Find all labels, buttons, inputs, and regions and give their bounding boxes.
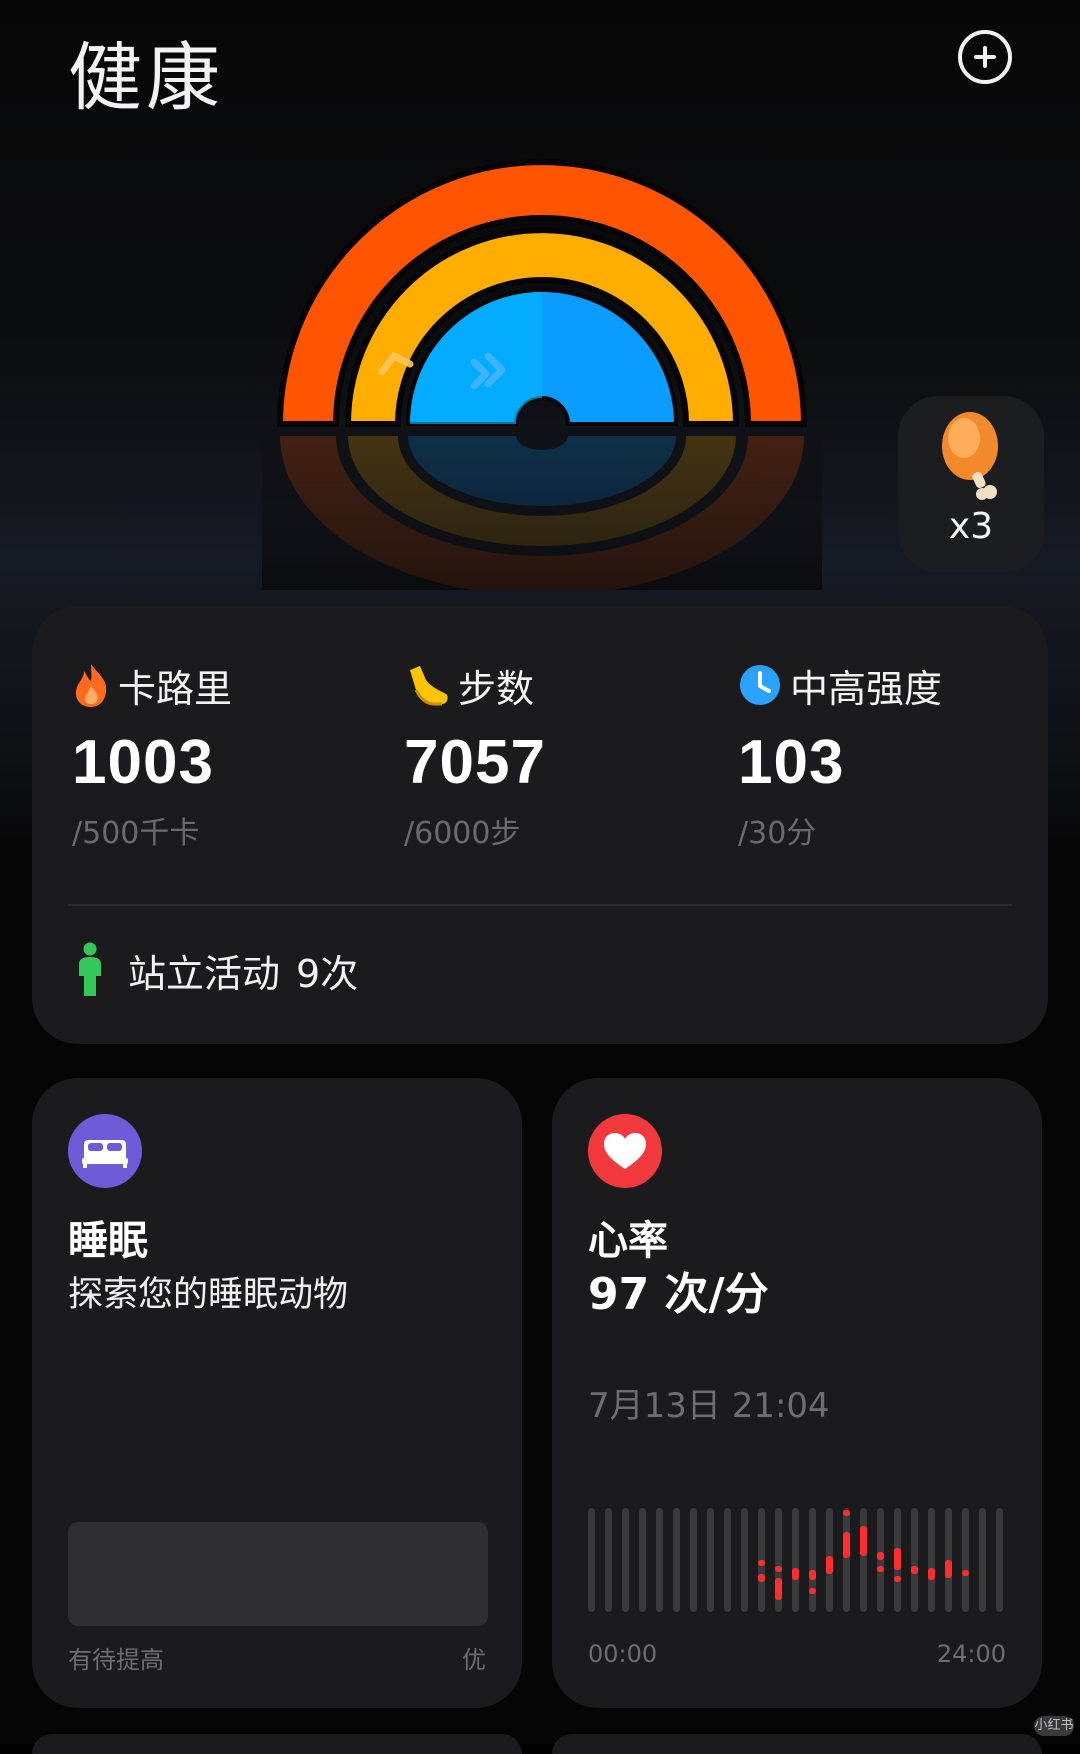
steps-label: 步数 bbox=[458, 666, 535, 711]
steps-metric: 步数 7057 /6000步 bbox=[404, 660, 704, 852]
calories-target: /500千卡 bbox=[72, 816, 200, 851]
person-icon bbox=[79, 942, 101, 996]
heart-rate-x-end: 24:00 bbox=[936, 1640, 1006, 1668]
shoe-icon bbox=[410, 666, 448, 706]
sleep-card[interactable]: 睡眠 探索您的睡眠动物 有待提高 优 bbox=[32, 1078, 522, 1708]
heart-rate-time: 7月13日 21:04 bbox=[588, 1386, 830, 1426]
sleep-scale-low: 有待提高 bbox=[68, 1646, 164, 1674]
activity-summary-card[interactable]: 卡路里 1003 /500千卡 步数 7057 /6000步 中高强度 103 … bbox=[32, 606, 1048, 1044]
intensity-value: 103 bbox=[738, 728, 845, 797]
page-title: 健康 bbox=[68, 35, 224, 121]
steps-value: 7057 bbox=[404, 728, 546, 797]
stand-label: 站立活动 bbox=[128, 951, 281, 996]
intensity-label: 中高强度 bbox=[790, 666, 943, 711]
reward-count: x3 bbox=[948, 506, 994, 547]
activity-rings[interactable] bbox=[262, 150, 822, 590]
sleep-subtitle: 探索您的睡眠动物 bbox=[68, 1275, 349, 1315]
intensity-metric: 中高强度 103 /30分 bbox=[738, 660, 1038, 852]
heart-icon bbox=[588, 1114, 662, 1188]
heart-rate-card[interactable]: 心率 97 次/分 7月13日 21:04 00:00 24:00 bbox=[552, 1078, 1042, 1708]
sleep-title: 睡眠 bbox=[68, 1218, 148, 1264]
stand-activity-row[interactable]: 站立活动 9次 bbox=[76, 942, 358, 998]
summary-divider bbox=[68, 904, 1012, 906]
calories-label: 卡路里 bbox=[118, 666, 233, 711]
add-button[interactable] bbox=[958, 30, 1012, 84]
sleep-scale-high: 优 bbox=[462, 1646, 486, 1674]
flame-icon bbox=[75, 664, 107, 707]
sleep-quality-bar bbox=[68, 1522, 488, 1626]
calories-metric: 卡路里 1003 /500千卡 bbox=[72, 660, 372, 852]
watermark: 小红书 bbox=[1034, 1716, 1074, 1736]
next-card-edge-left bbox=[32, 1734, 522, 1754]
heart-rate-chart bbox=[588, 1508, 1003, 1612]
stand-value: 9次 bbox=[296, 951, 359, 996]
calories-value: 1003 bbox=[72, 728, 214, 797]
heart-rate-value: 97 次/分 bbox=[588, 1269, 769, 1320]
heart-rate-x-start: 00:00 bbox=[588, 1640, 658, 1668]
drumstick-icon bbox=[942, 412, 998, 500]
next-card-edge-right bbox=[552, 1734, 1042, 1754]
steps-target: /6000步 bbox=[404, 816, 521, 851]
clock-icon bbox=[740, 665, 780, 705]
reward-badge[interactable]: x3 bbox=[898, 396, 1044, 572]
bed-icon bbox=[68, 1114, 142, 1188]
intensity-target: /30分 bbox=[738, 816, 817, 851]
